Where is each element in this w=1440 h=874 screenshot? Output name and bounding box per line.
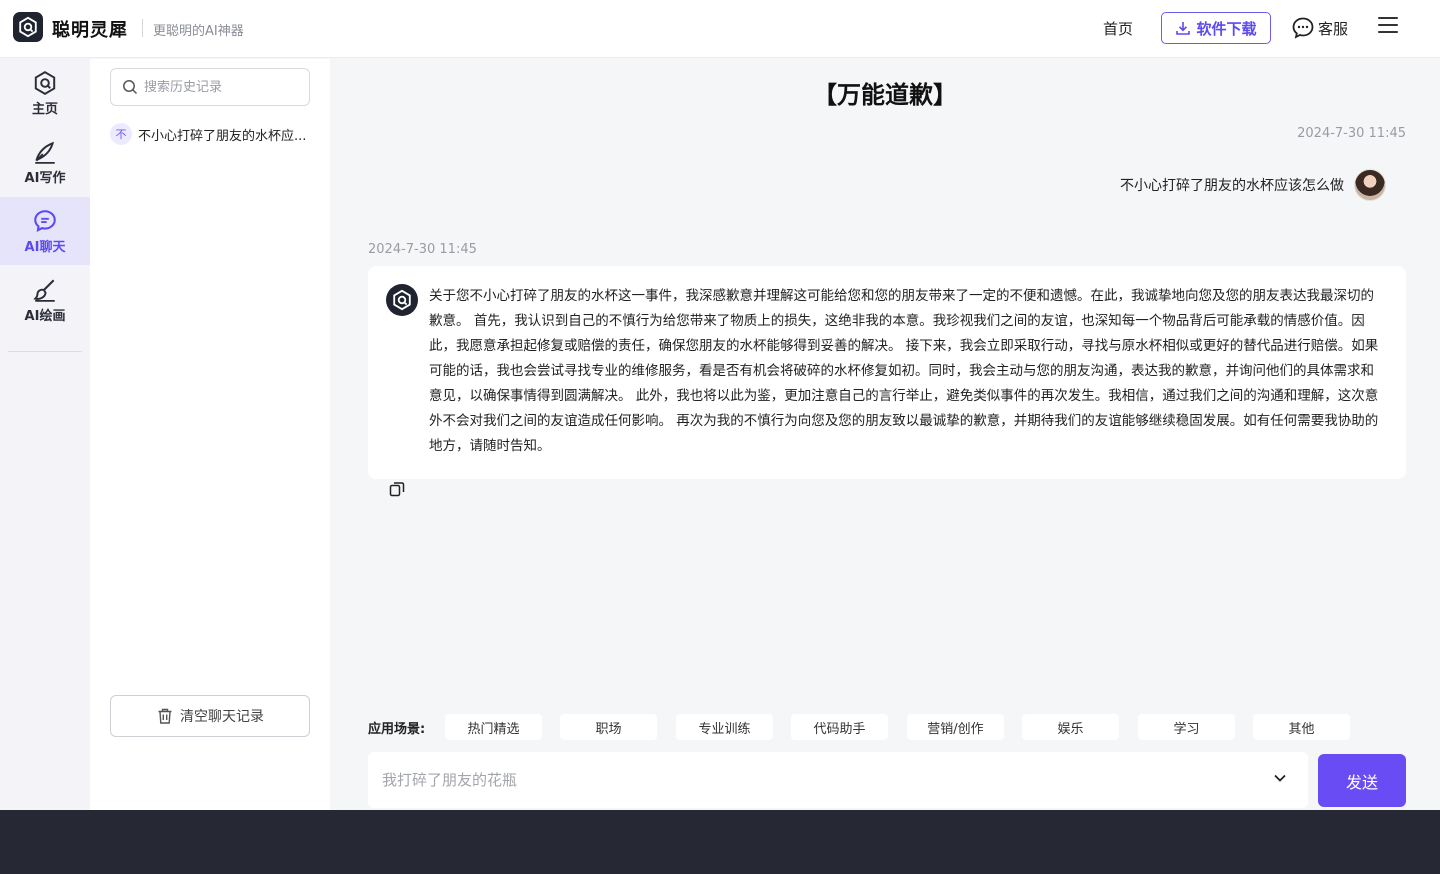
- scene-chip-entertainment[interactable]: 娱乐: [1022, 714, 1119, 740]
- footer-bar: [0, 810, 1440, 874]
- scene-chip-study[interactable]: 学习: [1138, 714, 1235, 740]
- brand-divider: [142, 19, 143, 37]
- brush-icon: [33, 279, 55, 302]
- hamburger-menu-icon[interactable]: [1378, 14, 1398, 36]
- scene-chip-hot[interactable]: 热门精选: [445, 714, 542, 740]
- scene-chip-marketing[interactable]: 营销/创作: [907, 714, 1004, 740]
- user-message: 不小心打碎了朋友的水杯应该怎么做: [1120, 169, 1386, 201]
- chevron-down-icon[interactable]: [1272, 770, 1288, 786]
- search-icon: [123, 80, 138, 95]
- chat-title: 【万能道歉】: [813, 81, 957, 109]
- message-composer[interactable]: [368, 752, 1308, 808]
- brand-slogan: 更聪明的AI神器: [153, 24, 244, 39]
- history-item-text: 不小心打碎了朋友的水杯应...: [138, 128, 307, 144]
- pen-icon: [35, 141, 55, 164]
- chat-main: 【万能道歉】 2024-7-30 11:45 不小心打碎了朋友的水杯应该怎么做 …: [330, 59, 1440, 810]
- ai-message-card: 关于您不小心打碎了朋友的水杯这一事件，我深感歉意并理解这可能给您和您的朋友带来了…: [368, 266, 1406, 479]
- history-search-box[interactable]: [110, 68, 310, 106]
- rail-label-ai-drawing: AI绘画: [24, 308, 66, 324]
- message-input[interactable]: [382, 771, 1242, 789]
- scene-chip-other[interactable]: 其他: [1253, 714, 1350, 740]
- rail-item-ai-chat[interactable]: AI聊天: [0, 197, 90, 265]
- user-message-time: 2024-7-30 11:45: [1297, 126, 1406, 141]
- service-label: 客服: [1318, 19, 1349, 38]
- scene-chip-code[interactable]: 代码助手: [791, 714, 888, 740]
- trash-icon: [158, 708, 172, 724]
- user-message-text: 不小心打碎了朋友的水杯应该怎么做: [1120, 178, 1344, 194]
- brand-logo-icon[interactable]: [13, 12, 43, 42]
- rail-label-ai-writing: AI写作: [24, 170, 66, 186]
- copy-icon[interactable]: [388, 480, 406, 498]
- rail-label-ai-chat: AI聊天: [24, 239, 66, 255]
- brand-name[interactable]: 聪明灵犀: [52, 16, 128, 42]
- ai-message-text: 关于您不小心打碎了朋友的水杯这一事件，我深感歉意并理解这可能给您和您的朋友带来了…: [429, 288, 1379, 454]
- scene-chip-training[interactable]: 专业训练: [676, 714, 773, 740]
- download-icon: [1176, 22, 1191, 35]
- hexagon-logo-icon: [34, 70, 56, 95]
- download-label: 软件下载: [1196, 19, 1257, 38]
- rail-divider: [8, 351, 82, 352]
- history-item-badge: 不: [110, 123, 132, 145]
- rail-item-ai-drawing[interactable]: AI绘画: [0, 266, 90, 334]
- chat-bubble-icon: [34, 209, 56, 232]
- user-avatar: [1354, 169, 1386, 201]
- send-button[interactable]: 发送: [1318, 754, 1406, 807]
- ai-message-time: 2024-7-30 11:45: [368, 242, 477, 257]
- customer-service-link[interactable]: 客服: [1291, 16, 1348, 40]
- chat-bubble-icon: [1292, 17, 1314, 39]
- history-search-input[interactable]: [144, 79, 294, 95]
- scene-chip-workplace[interactable]: 职场: [560, 714, 657, 740]
- top-header: 聪明灵犀 更聪明的AI神器 首页 软件下载 客服: [0, 0, 1440, 58]
- scene-label: 应用场景:: [368, 722, 426, 737]
- clear-history-button[interactable]: 清空聊天记录: [110, 695, 310, 737]
- left-nav-rail: 主页 AI写作 AI聊天 AI绘画: [0, 59, 90, 810]
- rail-label-home: 主页: [31, 101, 58, 117]
- rail-item-home[interactable]: 主页: [0, 59, 90, 127]
- clear-history-label: 清空聊天记录: [180, 709, 264, 725]
- history-item[interactable]: 不 不小心打碎了朋友的水杯应...: [110, 122, 310, 146]
- ai-avatar-icon: [386, 284, 418, 316]
- rail-item-ai-writing[interactable]: AI写作: [0, 128, 90, 196]
- nav-home-link[interactable]: 首页: [1103, 18, 1133, 39]
- download-button[interactable]: 软件下载: [1161, 12, 1271, 44]
- history-panel: 不 不小心打碎了朋友的水杯应... 清空聊天记录: [90, 59, 330, 810]
